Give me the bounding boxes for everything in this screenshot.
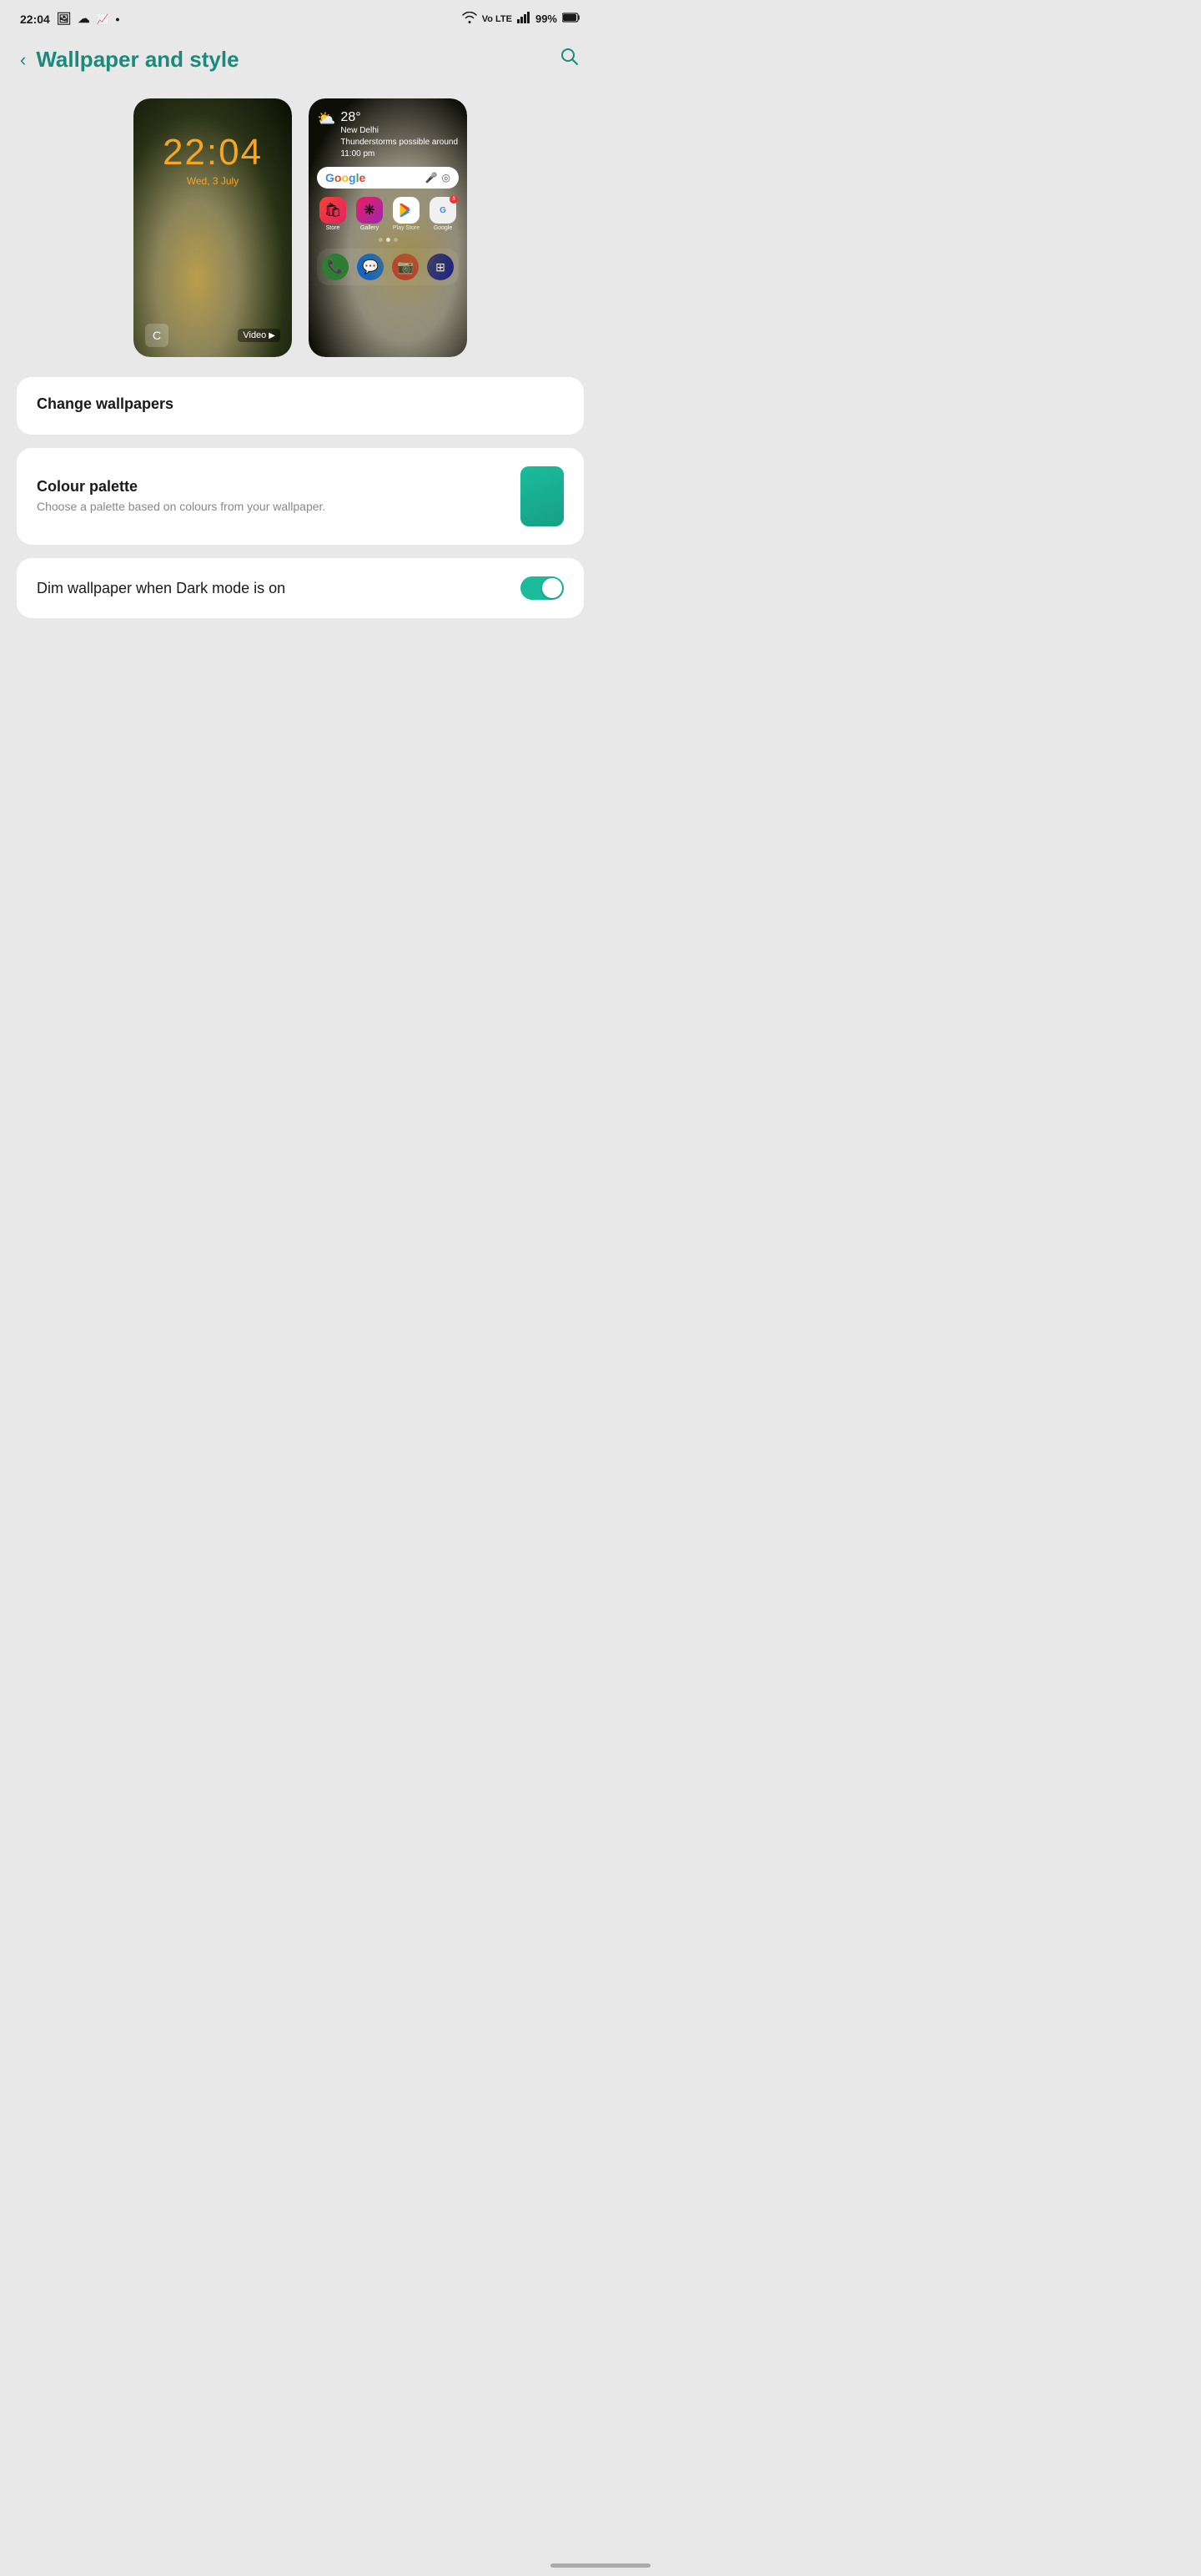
store-label: Store [326, 225, 340, 231]
cloud-icon: ☁ [78, 12, 90, 26]
dock-messages-icon[interactable]: 💬 [357, 254, 384, 280]
lock-screen-time: 22:04 [163, 132, 263, 174]
status-right: Vo LTE 99% [462, 12, 580, 26]
lte-label: Vo LTE [482, 14, 512, 24]
app-playstore[interactable]: Play Store [390, 197, 422, 231]
wifi-icon [462, 12, 477, 26]
home-indicator [550, 2563, 651, 2568]
lens-icon: ◎ [442, 172, 450, 184]
dim-wallpaper-label: Dim wallpaper when Dark mode is on [37, 580, 520, 597]
playstore-icon [393, 197, 420, 224]
status-bar: 22:04 🖼 ☁ 📈 • Vo LTE 99% [0, 0, 600, 33]
wallpaper-previews: 22:04 Wed, 3 July C Video ▶ ⛅ 28° Ne [0, 90, 600, 377]
dock-bar: 📞 💬 📷 ⊞ [317, 249, 459, 285]
dot-icon: • [116, 13, 120, 26]
dock-camera-icon[interactable]: 📷 [392, 254, 419, 280]
home-app-grid: 🛍 Store ❋ Gallery [317, 197, 459, 231]
app-gallery[interactable]: ❋ Gallery [354, 197, 385, 231]
search-icon[interactable] [559, 46, 580, 73]
colour-palette-title: Colour palette [37, 478, 325, 496]
battery-icon [562, 13, 580, 25]
lock-video-tag: Video ▶ [238, 329, 280, 342]
trend-icon: 📈 [97, 13, 109, 25]
home-weather: ⛅ 28° New Delhi Thunderstorms possible a… [317, 110, 459, 160]
colour-swatch[interactable] [520, 466, 564, 526]
weather-desc: Thunderstorms possible around 11:00 pm [340, 137, 459, 160]
toggle-knob [542, 578, 562, 598]
search-voice-lens-icons: 🎤 ◎ [425, 172, 450, 184]
app-google[interactable]: G 3 Google [427, 197, 459, 231]
dock-apps-icon[interactable]: ⊞ [427, 254, 454, 280]
battery-percent: 99% [535, 13, 557, 25]
home-search-bar[interactable]: Google 🎤 ◎ [317, 167, 459, 189]
google-icon: G 3 [430, 197, 456, 224]
status-time: 22:04 [20, 13, 50, 26]
change-wallpapers-title: Change wallpapers [37, 395, 564, 413]
dot-3 [394, 238, 398, 242]
lock-screen-date: Wed, 3 July [187, 175, 239, 187]
back-button[interactable]: ‹ [20, 49, 26, 71]
photo-icon: 🖼 [57, 12, 72, 26]
colour-palette-card[interactable]: Colour palette Choose a palette based on… [17, 448, 584, 545]
gallery-label: Gallery [360, 225, 379, 231]
voice-icon: 🎤 [425, 172, 438, 184]
weather-icon: ⛅ [317, 110, 335, 128]
home-screen-preview[interactable]: ⛅ 28° New Delhi Thunderstorms possible a… [309, 98, 467, 357]
page-title: Wallpaper and style [36, 47, 239, 73]
gallery-icon: ❋ [356, 197, 383, 224]
dim-wallpaper-card[interactable]: Dim wallpaper when Dark mode is on [17, 558, 584, 618]
header: ‹ Wallpaper and style [0, 33, 600, 90]
dot-2 [386, 238, 390, 242]
playstore-label: Play Store [393, 225, 420, 231]
lock-camera-icon: C [145, 324, 168, 347]
app-store[interactable]: 🛍 Store [317, 197, 349, 231]
google-logo: Google [325, 171, 365, 184]
weather-location: New Delhi [340, 125, 459, 137]
weather-temp: 28° [340, 110, 459, 125]
store-icon: 🛍 [319, 197, 346, 224]
colour-palette-row: Colour palette Choose a palette based on… [37, 466, 564, 526]
status-left: 22:04 🖼 ☁ 📈 • [20, 12, 119, 26]
google-label: Google [434, 225, 453, 231]
colour-palette-text: Colour palette Choose a palette based on… [37, 478, 325, 516]
header-left: ‹ Wallpaper and style [20, 47, 239, 73]
signal-icon [517, 12, 530, 26]
google-badge: 3 [450, 195, 458, 204]
colour-palette-desc: Choose a palette based on colours from y… [37, 499, 325, 516]
change-wallpapers-card[interactable]: Change wallpapers [17, 377, 584, 435]
page-dots [317, 238, 459, 242]
dim-wallpaper-toggle[interactable] [520, 576, 564, 600]
lock-screen-preview[interactable]: 22:04 Wed, 3 July C Video ▶ [133, 98, 292, 357]
dock-phone-icon[interactable]: 📞 [322, 254, 349, 280]
dot-1 [379, 238, 383, 242]
